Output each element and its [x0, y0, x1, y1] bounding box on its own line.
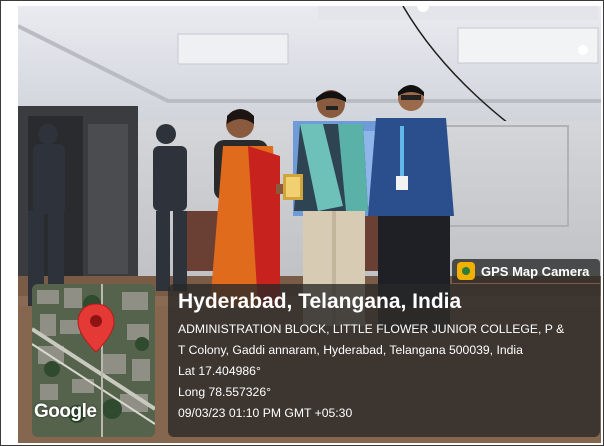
google-logo: Google — [34, 401, 97, 422]
longitude: Long 78.557326° — [178, 385, 271, 399]
map-pin-icon — [77, 303, 115, 353]
address-line-2: T Colony, Gaddi annaram, Hyderabad, Tela… — [178, 343, 523, 357]
location-title: Hyderabad, Telangana, India — [178, 290, 462, 313]
location-info-panel: Hyderabad, Telangana, India ADMINISTRATI… — [168, 284, 600, 437]
latitude: Lat 17.404986° — [178, 364, 261, 378]
gps-map-camera-badge: GPS Map Camera — [452, 259, 600, 283]
photo-frame: GPS Map Camera Google Hyderabad, Telanga… — [0, 0, 604, 446]
badge-label: GPS Map Camera — [481, 263, 590, 279]
address-line-1: ADMINISTRATION BLOCK, LITTLE FLOWER JUNI… — [178, 322, 565, 336]
camera-app-icon — [457, 262, 475, 280]
location-map-thumbnail: Google — [32, 284, 155, 437]
timestamp: 09/03/23 01:10 PM GMT +05:30 — [178, 406, 353, 420]
